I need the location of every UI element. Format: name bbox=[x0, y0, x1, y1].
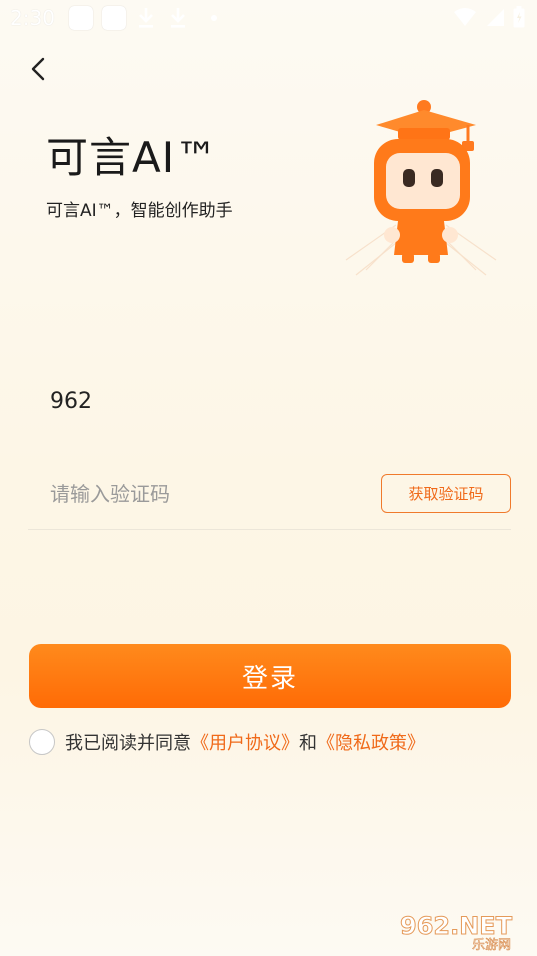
agreement-prefix: 我已阅读并同意 bbox=[65, 733, 191, 754]
watermark-sub: 乐游网 bbox=[472, 938, 511, 952]
signal-icon bbox=[487, 9, 504, 26]
site-watermark-logo: 962.NET 乐游网 bbox=[400, 912, 514, 953]
notification-icon bbox=[68, 6, 93, 30]
more-notifications-icon bbox=[210, 15, 217, 21]
watermark-main: 962.NET bbox=[400, 912, 513, 940]
phone-input[interactable]: 962 bbox=[50, 389, 92, 414]
verification-code-input[interactable] bbox=[50, 474, 350, 514]
download-icon bbox=[138, 8, 153, 28]
login-button[interactable]: 登录 bbox=[29, 644, 511, 708]
agreement-and: 和 bbox=[299, 733, 317, 754]
mascot-robot-icon bbox=[345, 100, 497, 276]
back-button[interactable] bbox=[24, 54, 52, 84]
wifi-icon bbox=[454, 8, 476, 26]
privacy-policy-link[interactable]: 《隐私政策》 bbox=[317, 729, 425, 755]
download-icon bbox=[170, 8, 185, 28]
battery-icon bbox=[513, 6, 525, 28]
user-agreement-link[interactable]: 《用户协议》 bbox=[191, 729, 299, 755]
app-title: 可言AI™ bbox=[46, 133, 219, 182]
notification-icon bbox=[101, 6, 126, 30]
status-bar: 2:30 bbox=[0, 0, 537, 36]
divider bbox=[28, 529, 511, 530]
status-time: 2:30 bbox=[10, 6, 55, 30]
agreement-row: 我已阅读并同意 《用户协议》 和 《隐私政策》 bbox=[29, 728, 425, 756]
get-code-button[interactable]: 获取验证码 bbox=[381, 474, 511, 513]
app-subtitle: 可言AI™，智能创作助手 bbox=[46, 201, 233, 221]
agreement-checkbox[interactable] bbox=[29, 729, 55, 755]
chevron-left-icon bbox=[31, 57, 45, 81]
